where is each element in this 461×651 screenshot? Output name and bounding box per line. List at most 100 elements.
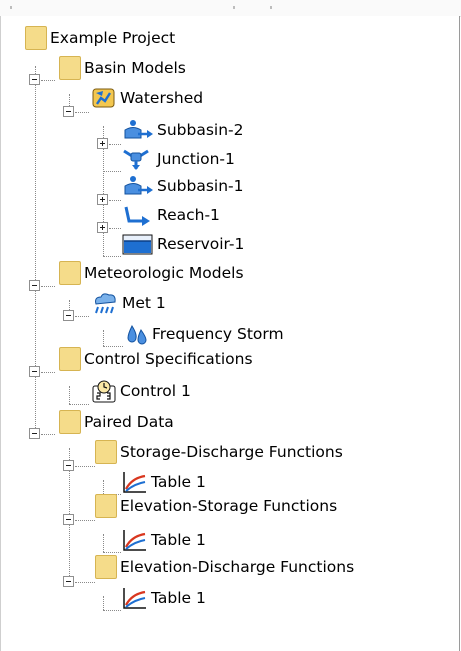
tree-line: [75, 582, 95, 583]
folder-icon: [59, 261, 81, 285]
paired-data-chart-icon: [122, 470, 148, 494]
tree-line: [69, 386, 70, 404]
tree-line: [103, 610, 121, 611]
tree-line: [103, 330, 104, 346]
collapse-icon[interactable]: [63, 460, 74, 471]
collapse-icon[interactable]: [29, 428, 40, 439]
tree-line: [35, 66, 36, 438]
node-label: Junction-1: [157, 150, 235, 168]
tree-node-reach-1[interactable]: Reach-1: [122, 203, 220, 227]
paired-data-chart-icon: [122, 528, 148, 552]
reservoir-icon: [122, 232, 154, 256]
basin-model-icon: [91, 86, 117, 110]
tree-line: [75, 466, 95, 467]
control-clock-icon: [91, 379, 117, 403]
node-label: Subbasin-2: [157, 121, 244, 139]
tree-node-table-1[interactable]: Table 1: [122, 470, 206, 494]
node-label: Basin Models: [84, 59, 186, 77]
tree-node-basin-models[interactable]: Basin Models: [59, 56, 186, 80]
top-scroll-strip: [0, 0, 461, 17]
tree-node-table-1[interactable]: Table 1: [122, 586, 206, 610]
tree-line: [103, 480, 104, 494]
tree-node-watershed[interactable]: Watershed: [91, 86, 203, 110]
tree-node-elevation-storage-functions[interactable]: Elevation-Storage Functions: [95, 494, 337, 518]
tree-line: [41, 372, 55, 373]
tree-node-example-project[interactable]: Example Project: [25, 26, 175, 50]
subbasin-icon: [122, 174, 154, 198]
tick-mark: [10, 6, 12, 9]
node-label: Table 1: [151, 589, 206, 607]
tree-line: [103, 171, 121, 172]
tree-node-storage-discharge-functions[interactable]: Storage-Discharge Functions: [95, 440, 343, 464]
tree-node-frequency-storm[interactable]: Frequency Storm: [125, 322, 284, 346]
reach-icon: [122, 203, 154, 227]
node-label: Control Specifications: [84, 350, 253, 368]
collapse-icon[interactable]: [29, 366, 40, 377]
tree-node-paired-data[interactable]: Paired Data: [59, 410, 174, 434]
folder-icon: [95, 494, 117, 518]
node-label: Reach-1: [157, 206, 220, 224]
tick-mark: [270, 6, 272, 9]
tree-node-junction-1[interactable]: Junction-1: [122, 147, 235, 171]
tree-line: [109, 200, 121, 201]
tree-line: [41, 286, 55, 287]
met-model-icon: [91, 291, 119, 315]
tree-node-subbasin-1[interactable]: Subbasin-1: [122, 174, 244, 198]
tree-node-table-1[interactable]: Table 1: [122, 528, 206, 552]
node-label: Elevation-Storage Functions: [120, 497, 338, 515]
tree-node-reservoir-1[interactable]: Reservoir-1: [122, 232, 244, 256]
folder-icon: [59, 410, 81, 434]
collapse-icon[interactable]: [63, 576, 74, 587]
tree-line: [41, 80, 55, 81]
tree-line: [109, 228, 121, 229]
tree-node-subbasin-2[interactable]: Subbasin-2: [122, 118, 244, 142]
tree-line: [75, 112, 89, 113]
node-label: Example Project: [50, 29, 176, 47]
paired-data-chart-icon: [122, 586, 148, 610]
folder-icon: [95, 555, 117, 579]
collapse-icon[interactable]: [29, 280, 40, 291]
tree-node-meteorologic-models[interactable]: Meteorologic Models: [59, 261, 244, 285]
expand-icon[interactable]: [97, 138, 108, 149]
tree-line: [103, 596, 104, 610]
node-label: Table 1: [151, 531, 206, 549]
folder-icon: [25, 26, 47, 50]
node-label: Table 1: [151, 473, 206, 491]
collapse-icon[interactable]: [29, 74, 40, 85]
node-label: Reservoir-1: [157, 235, 245, 253]
collapse-icon[interactable]: [63, 514, 74, 525]
precipitation-icon: [125, 322, 149, 346]
node-label: Control 1: [120, 382, 191, 400]
node-label: Watershed: [120, 89, 204, 107]
node-label: Storage-Discharge Functions: [120, 443, 343, 461]
node-label: Subbasin-1: [157, 177, 244, 195]
folder-icon: [59, 347, 81, 371]
expand-icon[interactable]: [97, 222, 108, 233]
tree-node-elevation-discharge-functions[interactable]: Elevation-Discharge Functions: [95, 555, 354, 579]
tree-line: [103, 256, 121, 257]
node-label: Frequency Storm: [152, 325, 284, 343]
subbasin-icon: [122, 118, 154, 142]
tree-node-met-1[interactable]: Met 1: [91, 291, 166, 315]
tree-line: [109, 144, 121, 145]
node-label: Meteorologic Models: [84, 264, 244, 282]
tree-node-control-specifications[interactable]: Control Specifications: [59, 347, 253, 371]
expand-icon[interactable]: [97, 194, 108, 205]
watershed-explorer-tree: Example Project Basin Models Watershed S…: [0, 16, 460, 651]
folder-icon: [59, 56, 81, 80]
tree-line: [75, 520, 95, 521]
junction-icon: [122, 147, 154, 171]
node-label: Paired Data: [84, 413, 174, 431]
tree-line: [103, 534, 104, 552]
tree-line: [75, 316, 89, 317]
tree-line: [69, 404, 89, 405]
tick-mark: [233, 6, 235, 9]
collapse-icon[interactable]: [63, 310, 74, 321]
node-label: Met 1: [122, 294, 166, 312]
collapse-icon[interactable]: [63, 106, 74, 117]
tree-line: [41, 434, 55, 435]
folder-icon: [95, 440, 117, 464]
node-label: Elevation-Discharge Functions: [120, 558, 355, 576]
tree-line: [103, 552, 121, 553]
tree-node-control-1[interactable]: Control 1: [91, 379, 191, 403]
